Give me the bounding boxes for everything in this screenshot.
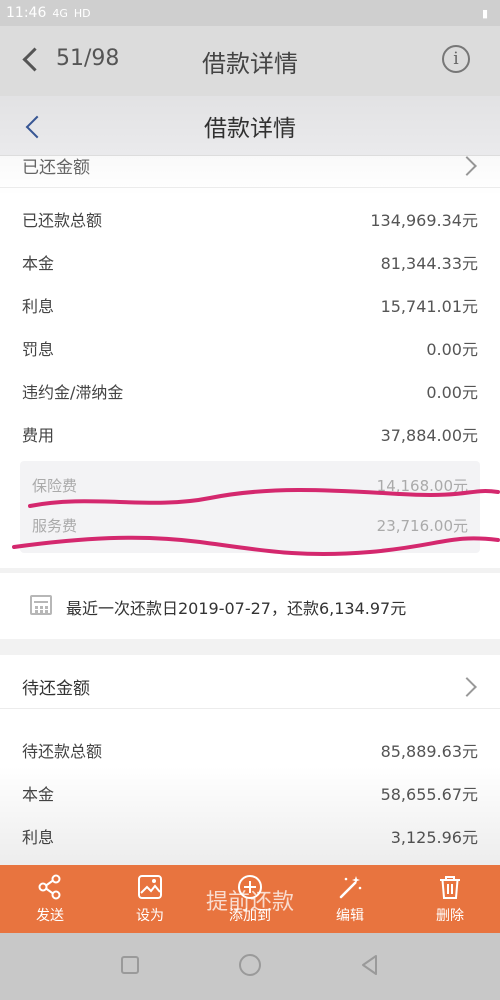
- set-as-icon: [138, 875, 162, 899]
- system-nav-bar: [0, 933, 500, 1000]
- app-screen: 借款详情 已还金额 已还款总额 134,969.34元 本金 81,344.33…: [0, 96, 500, 933]
- pending-row: 本金 58,655.67元: [22, 778, 478, 808]
- repaid-header-label: 已还金额: [22, 158, 90, 178]
- row-value: 58,655.67元: [380, 785, 478, 804]
- viewer-toolbar: 发送 设为 添加到 编辑 删除: [0, 865, 500, 933]
- row-label: 待还款总额: [22, 742, 103, 761]
- repaid-row: 违约金/滞纳金 0.00元: [22, 376, 478, 406]
- recents-button[interactable]: [117, 952, 143, 982]
- repaid-row: 已还款总额 134,969.34元: [22, 204, 478, 234]
- square-icon: [121, 955, 139, 974]
- row-value: 0.00元: [426, 383, 478, 402]
- add-icon: [238, 875, 262, 899]
- viewer-title: 借款详情: [202, 49, 298, 78]
- image-counter: 51/98: [56, 46, 120, 71]
- repaid-row: 利息 15,741.01元: [22, 290, 478, 320]
- set-as-button[interactable]: 设为: [115, 873, 185, 925]
- row-value: 85,889.63元: [380, 742, 478, 761]
- fee-value: 14,168.00元: [376, 476, 468, 495]
- viewer-top-bar: 51/98 借款详情 i: [0, 26, 500, 96]
- recent-payment-text: 最近一次还款日2019-07-27，还款6,134.97元: [66, 599, 407, 618]
- row-label: 本金: [22, 254, 55, 273]
- fee-row: 保险费 14,168.00元: [32, 471, 468, 499]
- home-button[interactable]: [237, 952, 263, 982]
- pending-section-header[interactable]: 待还金额: [0, 665, 500, 709]
- pending-header-label: 待还金额: [22, 679, 90, 699]
- triangle-back-icon: [362, 954, 377, 975]
- tool-label: 设为: [136, 908, 164, 924]
- trash-icon: [440, 876, 460, 899]
- repaid-row: 罚息 0.00元: [22, 333, 478, 363]
- row-value: 37,884.00元: [380, 426, 478, 445]
- send-button[interactable]: 发送: [15, 873, 85, 925]
- info-icon[interactable]: i: [442, 45, 470, 73]
- row-label: 罚息: [22, 340, 55, 359]
- circle-icon: [239, 953, 261, 976]
- edit-button[interactable]: 编辑: [315, 873, 385, 925]
- row-label: 本金: [22, 785, 55, 804]
- recent-payment-card: 最近一次还款日2019-07-27，还款6,134.97元: [0, 573, 500, 639]
- viewer-back-icon[interactable]: [18, 42, 42, 76]
- row-label: 违约金/滞纳金: [22, 383, 124, 402]
- row-value: 134,969.34元: [370, 211, 478, 230]
- status-bar: 11:46 4G HD ▮: [0, 0, 500, 26]
- status-time: 11:46: [6, 5, 47, 21]
- tool-label: 编辑: [336, 908, 364, 924]
- repaid-row: 本金 81,344.33元: [22, 247, 478, 277]
- pending-row: 待还款总额 85,889.63元: [22, 735, 478, 765]
- battery-icon: ▮: [481, 6, 488, 20]
- chevron-right-icon: [457, 676, 477, 697]
- fee-breakdown-box: 保险费 14,168.00元 服务费 23,716.00元: [20, 461, 480, 553]
- repaid-section-header[interactable]: 已还金额: [0, 144, 500, 188]
- network-label: 4G: [52, 6, 68, 20]
- back-button[interactable]: [357, 952, 383, 982]
- app-title: 借款详情: [204, 115, 296, 142]
- share-icon: [38, 874, 61, 900]
- row-value: 0.00元: [426, 340, 478, 359]
- row-value: 3,125.96元: [390, 828, 478, 847]
- fee-value: 23,716.00元: [376, 516, 468, 535]
- calendar-icon: [30, 595, 52, 615]
- fee-label: 服务费: [32, 516, 78, 535]
- repaid-card: 已还金额 已还款总额 134,969.34元 本金 81,344.33元 利息 …: [0, 155, 500, 568]
- magic-edit-icon: [339, 876, 362, 899]
- app-back-icon[interactable]: [20, 110, 46, 142]
- row-label: 利息: [22, 828, 55, 847]
- tool-label: 添加到: [229, 908, 271, 924]
- repaid-row: 费用 37,884.00元: [22, 419, 478, 449]
- row-value: 15,741.01元: [380, 297, 478, 316]
- tool-label: 删除: [436, 908, 464, 924]
- tool-label: 发送: [36, 908, 64, 924]
- row-label: 费用: [22, 426, 55, 445]
- pending-row: 利息 3,125.96元: [22, 821, 478, 851]
- chevron-right-icon: [457, 155, 477, 176]
- row-label: 利息: [22, 297, 55, 316]
- add-to-button[interactable]: 添加到: [215, 873, 285, 925]
- delete-button[interactable]: 删除: [415, 873, 485, 925]
- row-label: 已还款总额: [22, 211, 103, 230]
- hd-label: HD: [73, 6, 91, 20]
- fee-row: 服务费 23,716.00元: [32, 511, 468, 539]
- row-value: 81,344.33元: [380, 254, 478, 273]
- fee-label: 保险费: [32, 476, 78, 495]
